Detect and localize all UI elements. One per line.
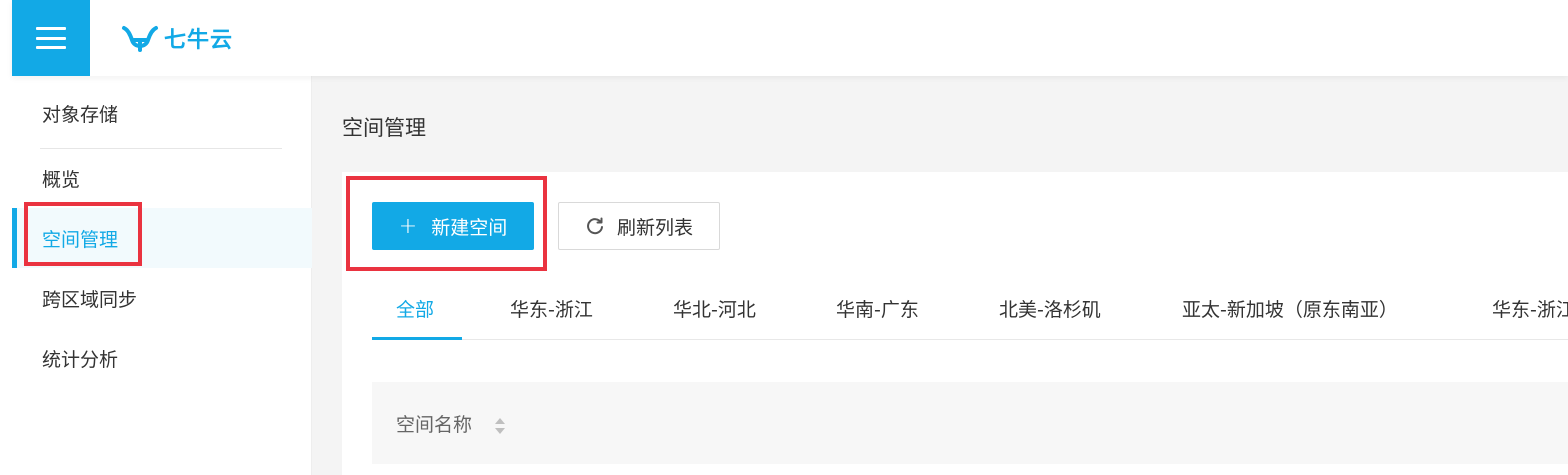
active-tab-indicator (372, 337, 462, 340)
sidebar-item-label: 空间管理 (42, 228, 119, 251)
tab-south-china-guangdong[interactable]: 华南-广东 (836, 276, 919, 340)
plus-icon: + (398, 213, 418, 239)
sidebar-item-space-management[interactable]: 空间管理 (12, 208, 312, 268)
tab-label: 华北-河北 (673, 298, 756, 321)
sidebar-title: 对象存储 (42, 104, 119, 126)
sidebar-item-label: 统计分析 (42, 348, 119, 371)
sort-icon[interactable] (494, 416, 506, 436)
tab-label: 全部 (396, 298, 435, 321)
create-bucket-label: 新建空间 (431, 216, 508, 239)
refresh-icon (587, 217, 603, 235)
tab-label: 华东-浙江 (1492, 298, 1568, 321)
brand-logo[interactable]: 七牛云 (120, 18, 233, 58)
refresh-list-label: 刷新列表 (616, 216, 693, 239)
create-bucket-button[interactable]: + 新建空间 (372, 202, 534, 250)
left-edge (0, 0, 12, 475)
sidebar-item-statistics[interactable]: 统计分析 (12, 328, 312, 388)
tab-asia-pacific-singapore[interactable]: 亚太-新加坡（原东南亚） (1182, 276, 1398, 340)
tab-all[interactable]: 全部 (396, 276, 434, 340)
qiniu-bull-icon (122, 26, 158, 52)
sidebar-item-label: 概览 (42, 168, 81, 191)
top-header: 七牛云 (12, 0, 1568, 76)
region-tabs: 全部 华东-浙江 华北-河北 华南-广东 北美-洛杉矶 亚太-新加坡（原东南亚）… (372, 276, 1568, 340)
tab-north-america-los-angeles[interactable]: 北美-洛杉矶 (999, 276, 1101, 340)
tab-label: 华南-广东 (836, 298, 919, 321)
tab-label: 北美-洛杉矶 (999, 298, 1101, 321)
sidebar-item-cross-region-sync[interactable]: 跨区域同步 (12, 268, 312, 328)
tab-east-china-zhejiang[interactable]: 华东-浙江 (510, 276, 593, 340)
tab-label: 亚太-新加坡（原东南亚） (1182, 298, 1398, 321)
sidebar: 对象存储 概览 空间管理 跨区域同步 统计分析 (12, 76, 312, 475)
page-title: 空间管理 (342, 116, 426, 140)
brand-name: 七牛云 (164, 28, 234, 53)
tab-label: 华东-浙江 (510, 298, 593, 321)
refresh-list-button[interactable]: 刷新列表 (558, 202, 720, 250)
sidebar-item-label: 跨区域同步 (42, 288, 138, 311)
tab-north-china-hebei[interactable]: 华北-河北 (673, 276, 756, 340)
table-header: 空间名称 (372, 382, 1568, 464)
menu-toggle-button[interactable] (12, 0, 90, 76)
hamburger-menu-icon (36, 27, 66, 49)
column-header-bucket-name[interactable]: 空间名称 (396, 410, 472, 437)
sidebar-item-overview[interactable]: 概览 (12, 148, 312, 208)
tab-east-china-zhejiang-2[interactable]: 华东-浙江 (1492, 276, 1568, 340)
